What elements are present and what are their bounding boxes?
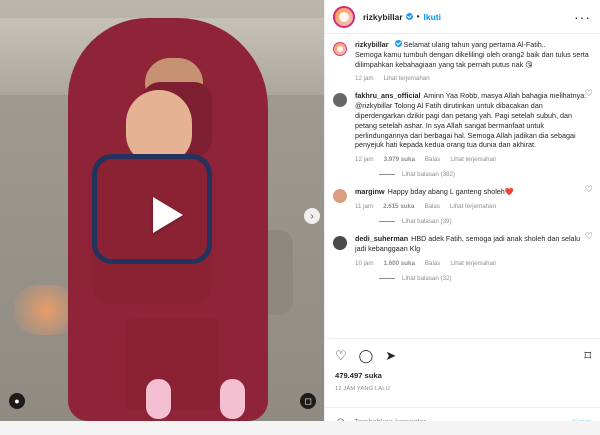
comment-avatar[interactable] (333, 235, 347, 250)
user-icon: ● (14, 396, 20, 406)
more-icon[interactable]: ··· (574, 10, 591, 24)
comment-username[interactable]: dedi_suherman (355, 234, 408, 243)
bottom-strip (0, 421, 600, 435)
play-button[interactable] (145, 196, 183, 234)
heart-icon[interactable]: ♡ (585, 231, 593, 242)
comment-likes[interactable]: 2.615 suka (383, 203, 414, 210)
profile-avatar[interactable] (333, 5, 355, 28)
caption-body: Selamat ulang tahun yang pertama Al-Fati… (355, 40, 589, 69)
comment-time: 10 jam (355, 259, 374, 267)
view-replies[interactable]: Lihat balasan (382) (379, 171, 591, 178)
comment: fakhru_ans_official Aminn Yaa Robb, masya… (325, 82, 600, 178)
header-username[interactable]: rizkybillar (363, 12, 403, 22)
follow-button[interactable]: Ikuti (424, 12, 441, 22)
caption-avatar-image (333, 42, 347, 56)
comment-translate[interactable]: Lihat terjemahan (450, 260, 496, 267)
comment-avatar[interactable] (333, 189, 347, 204)
comment-content: marginw Happy bday abang L ganteng sholeh… (355, 187, 591, 225)
sound-off-icon: ◻ (304, 395, 312, 406)
comment-avatar[interactable] (333, 93, 347, 108)
caption: rizkybillar Selamat ulang tahun yang per… (325, 34, 600, 82)
action-bar: ♡ ◯ ➤ ⌑ (325, 339, 600, 362)
reply-line (379, 174, 395, 176)
left-sock (146, 379, 171, 419)
next-media-button[interactable]: › (304, 208, 320, 224)
comment-meta: 11 jam 2.615 suka Balas Lihat terjemahan (355, 203, 591, 210)
caption-meta: 12 jam Lihat terjemahan (355, 75, 591, 82)
post-time: 12 JAM YANG LALU (335, 386, 390, 392)
comment-meta: 12 jam 3.979 suka Balas Lihat terjemahan (355, 156, 591, 163)
reply-line (379, 220, 395, 222)
comment-text: fakhru_ans_official Aminn Yaa Robb, masya… (355, 91, 591, 150)
comment-translate[interactable]: Lihat terjemahan (450, 156, 496, 163)
comment-reply[interactable]: Balas (425, 156, 440, 163)
caption-username[interactable]: rizkybillar (355, 40, 389, 49)
share-icon[interactable]: ➤ (385, 349, 396, 362)
baby-head (126, 90, 192, 164)
comment-meta: 10 jam 1.600 suka Balas Lihat terjemahan (355, 260, 591, 267)
comment-content: dedi_suherman HBD adek Fatih, semoga jadi… (355, 234, 591, 282)
comment-likes[interactable]: 1.600 suka (384, 260, 415, 267)
chevron-right-icon: › (310, 210, 314, 222)
comment-text: dedi_suherman HBD adek Fatih, semoga jadi… (355, 234, 591, 254)
heart-icon[interactable]: ♡ (585, 184, 593, 195)
caption-content: rizkybillar Selamat ulang tahun yang per… (355, 40, 591, 82)
tagged-user-button[interactable]: ● (9, 393, 25, 409)
view-replies-text: Lihat balasan (32) (402, 274, 452, 282)
comment: dedi_suherman HBD adek Fatih, semoga jadi… (325, 225, 600, 282)
post-header: rizkybillar • Ikuti ··· (325, 0, 600, 34)
comments-area[interactable]: rizkybillar Selamat ulang tahun yang per… (325, 34, 600, 349)
view-replies[interactable]: Lihat balasan (39) (379, 218, 591, 225)
bookmark-icon[interactable]: ⌑ (584, 349, 591, 362)
comment-translate[interactable]: Lihat terjemahan (450, 203, 496, 210)
comment-text: marginw Happy bday abang L ganteng sholeh… (355, 187, 591, 197)
comment-reply[interactable]: Balas (425, 260, 440, 267)
instagram-post-window: › ● ◻ rizkybillar • Ikuti ··· rizkybilla… (0, 0, 600, 435)
heart-icon[interactable]: ♡ (585, 88, 593, 99)
comment-body: Happy bday abang L ganteng sholeh❤️ (387, 187, 514, 197)
comment-username[interactable]: fakhru_ans_official (355, 91, 421, 100)
caption-text: rizkybillar Selamat ulang tahun yang per… (355, 40, 591, 69)
likes-count[interactable]: 479.497 suka (335, 371, 591, 380)
post-media[interactable]: › ● ◻ (0, 0, 324, 421)
mute-button[interactable]: ◻ (300, 393, 316, 409)
comment-content: fakhru_ans_official Aminn Yaa Robb, masya… (355, 91, 591, 178)
caption-time: 12 jam (355, 75, 374, 83)
right-sock (220, 379, 245, 419)
baby-legs (125, 318, 219, 410)
comment-time: 11 jam (355, 202, 374, 210)
post-sidebar: rizkybillar • Ikuti ··· rizkybillar Sela… (324, 0, 600, 428)
caption-translate[interactable]: Lihat terjemahan (384, 75, 430, 82)
reply-line (379, 277, 395, 279)
view-replies[interactable]: Lihat balasan (32) (379, 275, 591, 282)
comment-likes[interactable]: 3.979 suka (384, 156, 415, 163)
comment-time: 12 jam (355, 156, 374, 164)
comment-icon[interactable]: ◯ (359, 349, 374, 362)
comment-reply[interactable]: Balas (424, 203, 439, 210)
view-replies-text: Lihat balasan (39) (402, 217, 452, 225)
verified-icon (394, 40, 402, 47)
view-replies-text: Lihat balasan (382) (402, 171, 455, 179)
separator-dot: • (416, 12, 420, 21)
play-icon (153, 197, 183, 233)
comment-body: Aminn Yaa Robb, masya Allah bahagia meli… (355, 91, 587, 150)
comment-username[interactable]: marginw (355, 187, 385, 196)
verified-icon (405, 13, 413, 20)
comment: marginw Happy bday abang L ganteng sholeh… (325, 178, 600, 225)
caption-avatar[interactable] (333, 42, 347, 56)
heart-icon[interactable]: ♡ (335, 349, 347, 362)
header-username-row: rizkybillar • Ikuti (363, 12, 441, 22)
